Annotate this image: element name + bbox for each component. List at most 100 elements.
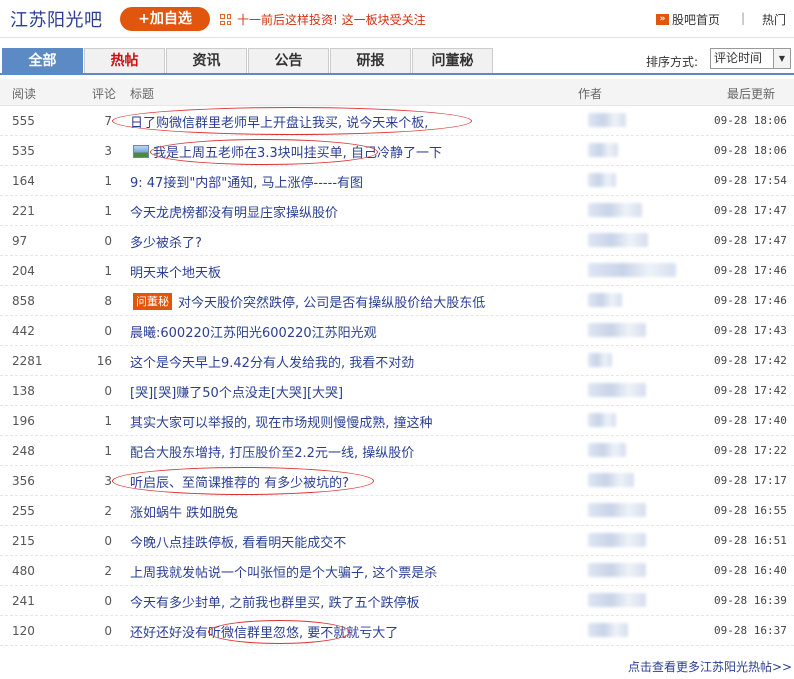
post-title-link[interactable]: 今晚八点挂跌停板, 看看明天能成交不: [130, 532, 346, 551]
tabs-bar: 全部 热帖 资讯 公告 研报 问董秘 排序方式: 评论时间 ▼: [0, 48, 794, 75]
blurred-author: [588, 353, 612, 367]
table-row: 480 2 上周我就发帖说一个叫张恒的是个大骗子, 这个票是杀 09-28 16…: [0, 556, 794, 586]
read-count: 164: [12, 174, 35, 188]
post-title-link[interactable]: 今天有多少封单, 之前我也群里买, 跌了五个跌停板: [130, 592, 420, 611]
last-updated: 09-28 18:06: [714, 144, 787, 157]
author-link[interactable]: [588, 143, 680, 159]
chevron-down-icon[interactable]: ▼: [774, 48, 791, 69]
last-updated: 09-28 17:46: [714, 294, 787, 307]
comment-count: 1: [104, 174, 112, 188]
blurred-author: [588, 113, 626, 127]
table-row: 555 7 日了购微信群里老师早上开盘让我买, 说今天来个板, 09-28 18…: [0, 106, 794, 136]
read-count: 120: [12, 624, 35, 638]
post-title-link[interactable]: 配合大股东增持, 打压股价至2.2元一线, 操纵股价: [130, 442, 414, 461]
post-title-link[interactable]: 这个是今天早上9.42分有人发给我的, 我看不对劲: [130, 352, 414, 371]
table-row: 535 3 我是上周五老师在3.3块叫挂买单, 自己冷静了一下 09-28 18…: [0, 136, 794, 166]
post-title-text: 今晚八点挂跌停板, 看看明天能成交不: [130, 536, 347, 551]
tab-all[interactable]: 全部: [2, 48, 83, 75]
page-header: 江苏阳光吧 +加自选 十一前后这样投资! 这一板块受关注 » 股吧首页 | 热门: [0, 0, 794, 38]
comment-count: 1: [104, 444, 112, 458]
comment-count: 3: [104, 474, 112, 488]
guba-home-link[interactable]: » 股吧首页: [656, 11, 720, 28]
author-link[interactable]: [588, 563, 680, 579]
last-updated: 09-28 17:17: [714, 474, 787, 487]
author-link[interactable]: [588, 593, 680, 609]
table-row: 164 1 9: 47接到"内部"通知, 马上涨停-----有图 09-28 1…: [0, 166, 794, 196]
last-updated: 09-28 17:46: [714, 264, 787, 277]
tab-research[interactable]: 研报: [330, 48, 411, 73]
author-link[interactable]: [588, 413, 680, 429]
image-icon: [133, 145, 149, 158]
ask-secretary-tag[interactable]: 问董秘: [133, 293, 172, 310]
last-updated: 09-28 16:37: [714, 624, 787, 637]
bar-name[interactable]: 江苏阳光吧: [10, 6, 103, 32]
read-count: 248: [12, 444, 35, 458]
column-title: 标题: [130, 87, 155, 101]
blurred-author: [588, 593, 646, 607]
last-updated: 09-28 18:06: [714, 114, 787, 127]
column-comments: 评论: [92, 87, 117, 101]
author-link[interactable]: [588, 533, 680, 549]
author-link[interactable]: [588, 203, 680, 219]
post-list: 555 7 日了购微信群里老师早上开盘让我买, 说今天来个板, 09-28 18…: [0, 106, 794, 646]
post-title-link[interactable]: 其实大家可以举报的, 现在市场规则慢慢成熟, 撞这种: [130, 412, 433, 431]
comment-count: 0: [104, 594, 112, 608]
author-link[interactable]: [588, 113, 680, 129]
tab-announcements[interactable]: 公告: [248, 48, 329, 73]
hot-link[interactable]: 热门: [762, 11, 786, 28]
comment-count: 2: [104, 564, 112, 578]
author-link[interactable]: [588, 233, 680, 249]
grid-icon: [220, 14, 231, 25]
hot-link-label: 热门: [762, 13, 787, 27]
author-link[interactable]: [588, 263, 680, 279]
post-title-link[interactable]: 听启辰、至简课推荐的 有多少被坑的?: [130, 472, 349, 491]
notice-link[interactable]: 十一前后这样投资! 这一板块受关注: [220, 11, 426, 28]
author-link[interactable]: [588, 473, 680, 489]
post-title-link[interactable]: 晨曦:600220江苏阳光600220江苏阳光观: [130, 322, 377, 341]
last-updated: 09-28 16:55: [714, 504, 787, 517]
author-link[interactable]: [588, 383, 680, 399]
author-link[interactable]: [588, 503, 680, 519]
comment-count: 0: [104, 234, 112, 248]
blurred-author: [588, 443, 626, 457]
last-updated: 09-28 17:47: [714, 234, 787, 247]
more-hot-posts-link[interactable]: 点击查看更多江苏阳光热帖>>: [628, 658, 792, 675]
author-link[interactable]: [588, 293, 680, 309]
author-link[interactable]: [588, 353, 680, 369]
author-link[interactable]: [588, 173, 680, 189]
post-title-link[interactable]: 问董秘 对今天股价突然跌停, 公司是否有操纵股价给大股东低: [133, 292, 485, 311]
post-title-link[interactable]: 今天龙虎榜都没有明显庄家操纵股价: [130, 202, 338, 221]
post-title-link[interactable]: 我是上周五老师在3.3块叫挂买单, 自己冷静了一下: [133, 142, 442, 161]
read-count: 858: [12, 294, 35, 308]
blurred-author: [588, 173, 616, 187]
author-link[interactable]: [588, 443, 680, 459]
read-count: 241: [12, 594, 35, 608]
tab-hot[interactable]: 热帖: [84, 48, 165, 73]
add-to-watchlist-button[interactable]: +加自选: [120, 7, 210, 31]
post-title-text: 其实大家可以举报的, 现在市场规则慢慢成熟, 撞这种: [130, 416, 433, 431]
sort-label: 排序方式:: [646, 55, 699, 69]
sort-select[interactable]: 评论时间: [710, 48, 774, 69]
post-title-text: 晨曦:600220江苏阳光600220江苏阳光观: [130, 326, 377, 341]
read-count: 196: [12, 414, 35, 428]
tab-news[interactable]: 资讯: [166, 48, 247, 73]
post-title-link[interactable]: 多少被杀了?: [130, 232, 202, 251]
post-title-link[interactable]: 9: 47接到"内部"通知, 马上涨停-----有图: [130, 172, 363, 191]
post-title-link[interactable]: 涨如蜗牛 跌如脱兔: [130, 502, 238, 521]
post-title-link[interactable]: 还好还好没有听微信群里忽悠, 要不就就亏大了: [130, 622, 398, 641]
last-updated: 09-28 16:39: [714, 594, 787, 607]
post-title-text: 多少被杀了?: [130, 236, 202, 251]
comment-count: 0: [104, 624, 112, 638]
author-link[interactable]: [588, 623, 680, 639]
blurred-author: [588, 263, 676, 277]
post-title-text: 涨如蜗牛 跌如脱兔: [130, 506, 239, 521]
column-updated: 最后更新: [727, 87, 776, 101]
author-link[interactable]: [588, 323, 680, 339]
post-title-link[interactable]: 明天来个地天板: [130, 262, 221, 281]
read-count: 221: [12, 204, 35, 218]
post-title-link[interactable]: 日了购微信群里老师早上开盘让我买, 说今天来个板,: [130, 112, 428, 131]
table-row: 138 0 [哭][哭]赚了50个点没走[大哭][大哭] 09-28 17:42: [0, 376, 794, 406]
post-title-link[interactable]: [哭][哭]赚了50个点没走[大哭][大哭]: [130, 382, 343, 401]
tab-ask-secretary[interactable]: 问董秘: [412, 48, 493, 73]
post-title-link[interactable]: 上周我就发帖说一个叫张恒的是个大骗子, 这个票是杀: [130, 562, 437, 581]
